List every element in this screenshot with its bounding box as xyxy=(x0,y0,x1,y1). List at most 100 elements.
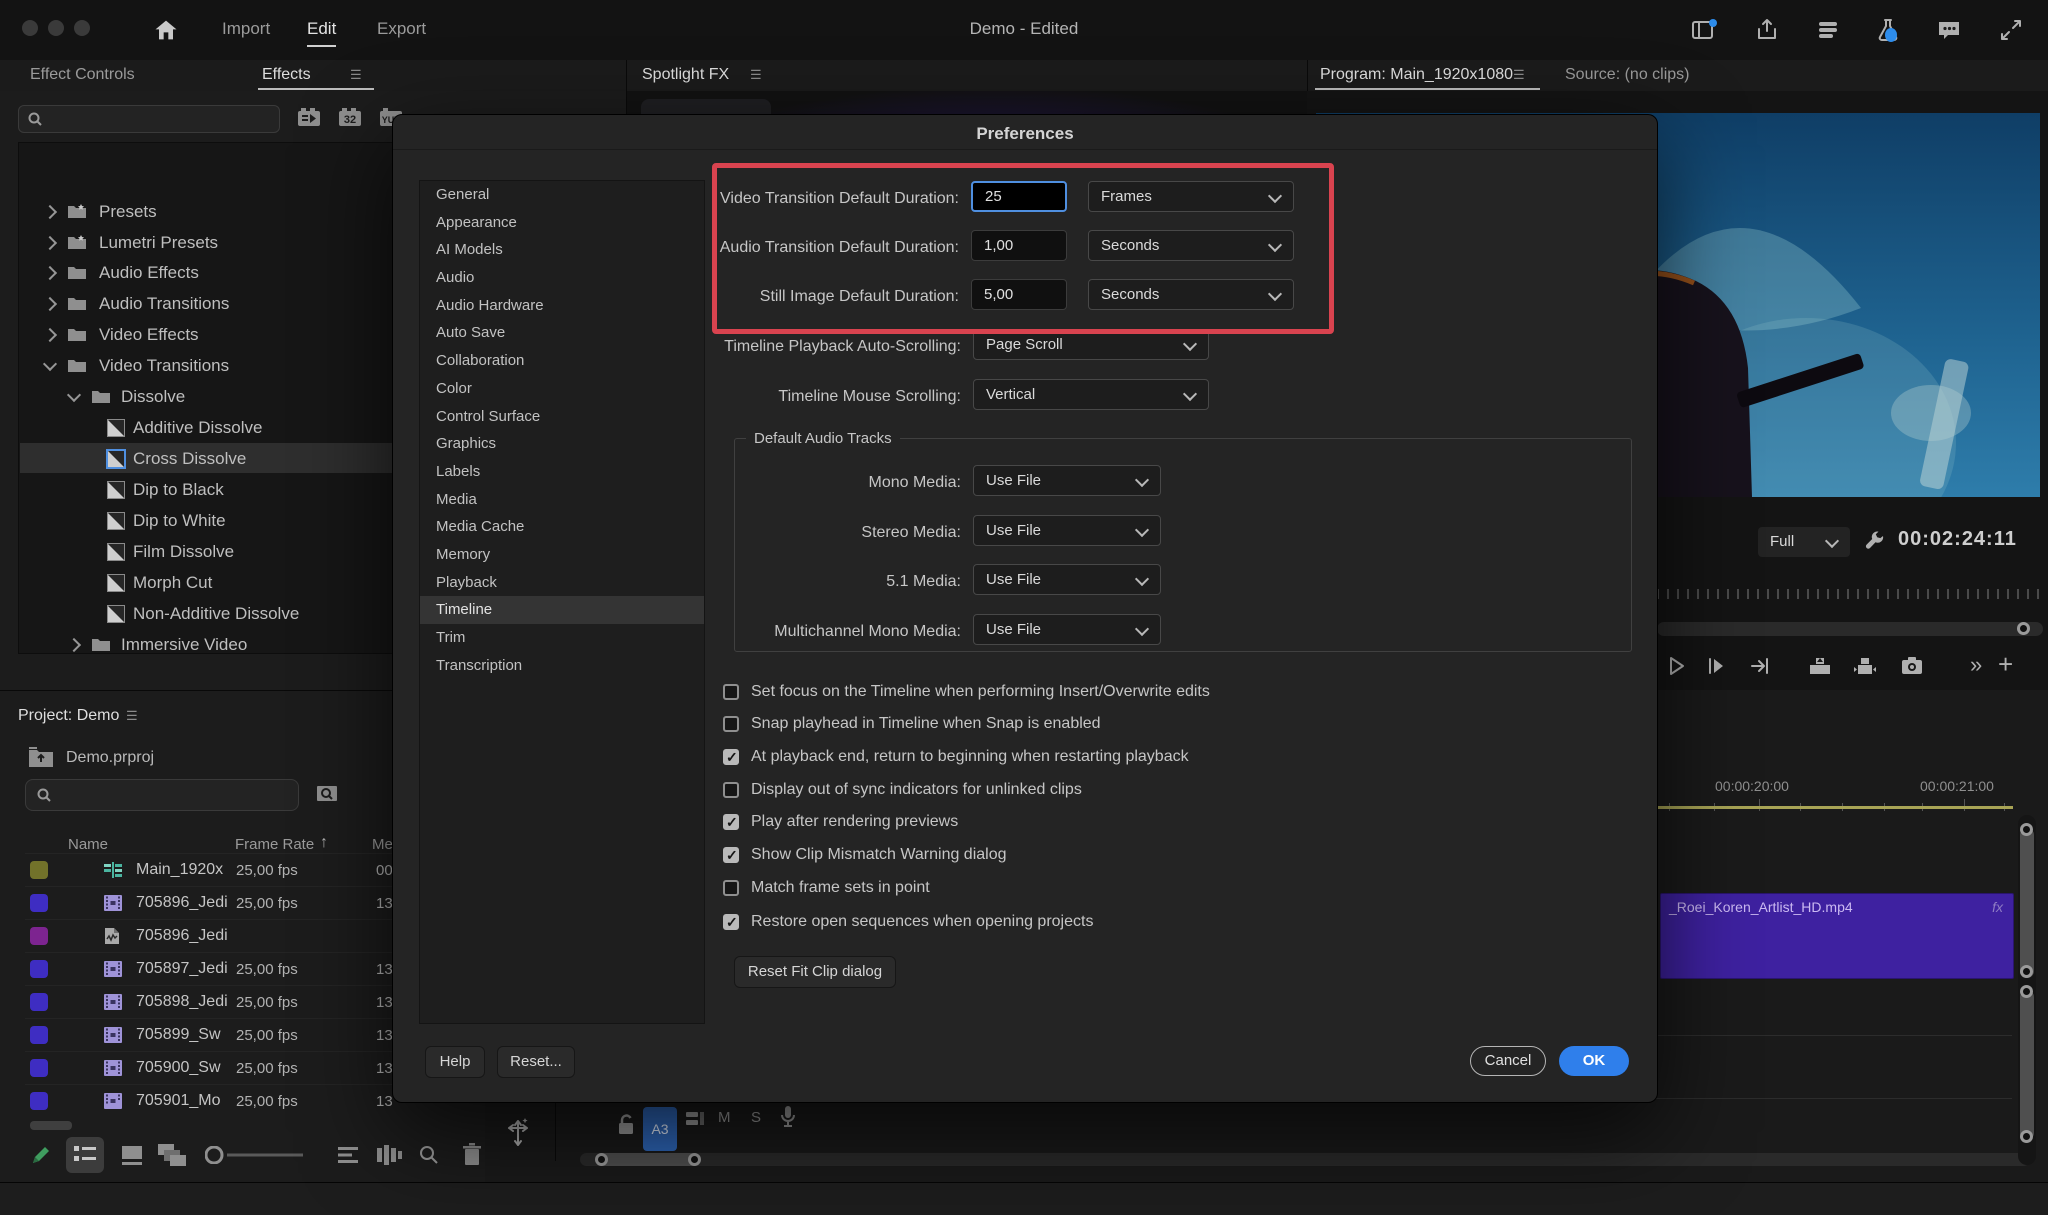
tab-spotlight-fx[interactable]: Spotlight FX xyxy=(642,66,729,84)
folder-up-icon[interactable] xyxy=(28,746,54,768)
track-lock-icon[interactable] xyxy=(616,1113,636,1137)
icon-view-button[interactable] xyxy=(120,1144,144,1166)
category-labels[interactable]: Labels xyxy=(420,458,704,486)
delete-trash-icon[interactable] xyxy=(463,1143,481,1166)
workspaces-icon[interactable] xyxy=(1814,16,1842,44)
share-export-icon[interactable] xyxy=(1753,16,1781,44)
export-frame-camera-icon[interactable] xyxy=(1900,656,1924,676)
spotlight-panel-menu-icon[interactable]: ☰ xyxy=(750,67,762,83)
chevron-right-icon[interactable] xyxy=(42,235,58,251)
scroll-zoom-knob[interactable] xyxy=(2020,1130,2033,1143)
column-header-media[interactable]: Me xyxy=(372,836,393,853)
video-tracks-scroll-handle[interactable] xyxy=(2020,828,2034,978)
tab-program-monitor[interactable]: Program: Main_1920x1080 xyxy=(1320,66,1513,84)
column-header-frame-rate[interactable]: Frame Rate xyxy=(235,836,314,853)
category-timeline[interactable]: Timeline xyxy=(420,596,704,624)
zoom-level-select[interactable]: Full xyxy=(1758,527,1850,557)
playback-autoscroll-select[interactable]: Page Scroll xyxy=(973,329,1209,360)
label-color-swatch[interactable] xyxy=(30,1026,48,1044)
project-writable-pencil-icon[interactable] xyxy=(30,1144,52,1166)
track-source-patch-icon[interactable] xyxy=(685,1110,705,1128)
program-panel-menu-icon[interactable]: ☰ xyxy=(1513,67,1525,83)
category-appearance[interactable]: Appearance xyxy=(420,209,704,237)
monitor-settings-wrench-icon[interactable] xyxy=(1862,529,1886,553)
tab-effects[interactable]: Effects xyxy=(262,66,311,84)
category-graphics[interactable]: Graphics xyxy=(420,430,704,458)
scroll-zoom-knob[interactable] xyxy=(2020,965,2033,978)
voiceover-mic-icon[interactable] xyxy=(780,1105,796,1129)
still-image-unit-select[interactable]: Seconds xyxy=(1088,279,1294,310)
checkbox-out-of-sync-indicators[interactable] xyxy=(723,782,739,798)
tab-effect-controls[interactable]: Effect Controls xyxy=(30,66,135,84)
category-control-surface[interactable]: Control Surface xyxy=(420,403,704,431)
scroll-zoom-knob[interactable] xyxy=(2020,985,2033,998)
video-transition-unit-select[interactable]: Frames xyxy=(1088,181,1294,212)
lift-icon[interactable] xyxy=(1807,655,1833,677)
project-file-name[interactable]: Demo.prproj xyxy=(66,749,154,767)
category-playback[interactable]: Playback xyxy=(420,569,704,597)
scroll-zoom-knob[interactable] xyxy=(2020,823,2033,836)
checkbox-set-focus-timeline[interactable] xyxy=(723,684,739,700)
checkbox-clip-mismatch-warning[interactable] xyxy=(723,847,739,864)
checkbox-play-after-render[interactable] xyxy=(723,814,739,831)
track-solo-button[interactable]: S xyxy=(751,1109,761,1126)
timeline-clip[interactable]: _Roei_Koren_Artlist_HD.mp4 fx xyxy=(1660,893,2014,979)
mouse-scrolling-select[interactable]: Vertical xyxy=(973,379,1209,410)
fullscreen-icon[interactable] xyxy=(1997,16,2025,44)
help-button[interactable]: Help xyxy=(425,1046,485,1078)
play-in-to-out-icon[interactable] xyxy=(1749,655,1771,677)
accelerated-effects-badge-icon[interactable] xyxy=(297,106,321,128)
chevron-down-icon[interactable] xyxy=(66,387,82,403)
cancel-button[interactable]: Cancel xyxy=(1470,1046,1546,1076)
tab-project[interactable]: Project: Demo xyxy=(18,707,119,725)
ok-button[interactable]: OK xyxy=(1559,1046,1629,1076)
label-color-swatch[interactable] xyxy=(30,993,48,1011)
chevron-right-icon[interactable] xyxy=(42,265,58,281)
step-forward-icon[interactable] xyxy=(1705,655,1727,677)
workspace-panel-icon[interactable] xyxy=(1690,16,1718,44)
label-color-swatch[interactable] xyxy=(30,927,48,945)
project-panel-menu-icon[interactable]: ☰ xyxy=(126,708,138,724)
clip-fx-badge[interactable]: fx xyxy=(1992,899,2003,915)
category-media-cache[interactable]: Media Cache xyxy=(420,513,704,541)
timeline-scrollbar-handle[interactable] xyxy=(598,1153,698,1166)
checkbox-return-to-beginning[interactable] xyxy=(723,749,739,766)
search-bin-icon[interactable] xyxy=(315,781,339,805)
multichannel-media-select[interactable]: Use File xyxy=(973,614,1161,645)
mixed-tools-icon[interactable] xyxy=(505,1115,531,1151)
chevron-right-icon[interactable] xyxy=(66,637,82,653)
checkbox-snap-playhead[interactable] xyxy=(723,716,739,732)
list-horizontal-scrollbar[interactable] xyxy=(30,1121,72,1130)
label-color-swatch[interactable] xyxy=(30,1059,48,1077)
category-transcription[interactable]: Transcription xyxy=(420,652,704,680)
checkbox-restore-open-sequences[interactable] xyxy=(723,914,739,931)
monitor-scrollbar-knob[interactable] xyxy=(2017,622,2030,635)
label-color-swatch[interactable] xyxy=(30,1092,48,1110)
category-media[interactable]: Media xyxy=(420,486,704,514)
track-mute-button[interactable]: M xyxy=(718,1109,731,1126)
five-one-media-select[interactable]: Use File xyxy=(973,564,1161,595)
work-area-bar[interactable] xyxy=(1658,806,2013,809)
monitor-time-ruler[interactable] xyxy=(1657,589,2042,599)
reset-fit-clip-button[interactable]: Reset Fit Clip dialog xyxy=(734,956,896,988)
chevron-right-icon[interactable] xyxy=(42,327,58,343)
column-header-name[interactable]: Name xyxy=(68,836,108,853)
chevron-down-icon[interactable] xyxy=(42,356,58,372)
zoom-handle-right[interactable] xyxy=(688,1153,701,1166)
column-settings-icon[interactable] xyxy=(376,1144,404,1166)
more-controls-icon[interactable]: » xyxy=(1970,652,1982,678)
timeline-horizontal-scrollbar[interactable] xyxy=(580,1153,2030,1166)
category-trim[interactable]: Trim xyxy=(420,624,704,652)
add-control-icon[interactable]: + xyxy=(1998,649,2013,680)
label-color-swatch[interactable] xyxy=(30,861,48,879)
stereo-media-select[interactable]: Use File xyxy=(973,515,1161,546)
label-color-swatch[interactable] xyxy=(30,960,48,978)
audio-tracks-scroll-handle[interactable] xyxy=(2020,990,2034,1140)
project-search-field[interactable] xyxy=(25,779,299,811)
still-image-duration-input[interactable] xyxy=(971,279,1067,310)
monitor-scrollbar[interactable] xyxy=(1657,622,2043,636)
audio-transition-unit-select[interactable]: Seconds xyxy=(1088,230,1294,261)
tab-source-monitor[interactable]: Source: (no clips) xyxy=(1565,66,1690,84)
reset-button[interactable]: Reset... xyxy=(497,1046,575,1078)
freeform-view-button[interactable] xyxy=(156,1142,188,1168)
